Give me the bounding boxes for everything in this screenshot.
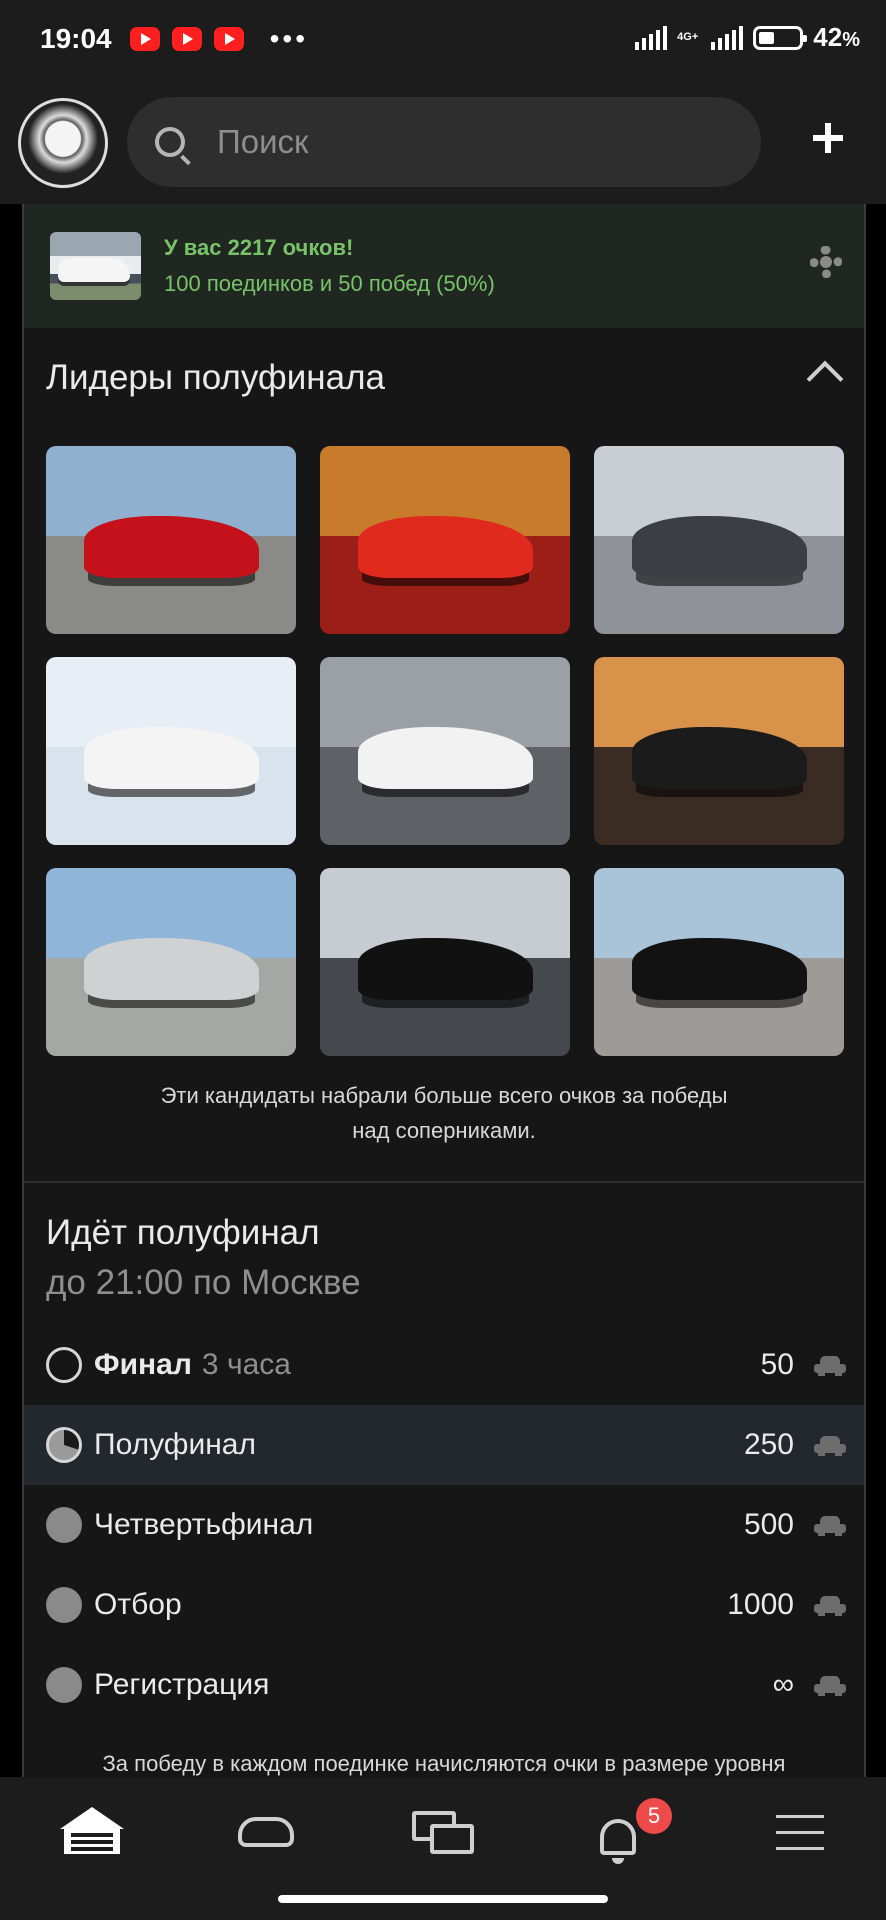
car-photo-subject	[84, 938, 259, 1000]
notifications-badge: 5	[636, 1798, 672, 1834]
stages-list: Финал 3 часа 50 Полуфинал 250 Четвертьфи…	[24, 1325, 864, 1725]
stage-name: Отбор	[94, 1588, 182, 1621]
menu-icon[interactable]	[776, 1807, 846, 1867]
battery-unit: %	[842, 29, 860, 51]
app-header: Поиск	[0, 78, 886, 204]
leader-photo[interactable]	[46, 446, 296, 634]
stage-name: Регистрация	[94, 1668, 270, 1701]
battery-icon	[753, 25, 808, 50]
main-content: У вас 2217 очков! 100 поединков и 50 поб…	[22, 204, 866, 1777]
car-icon	[814, 1516, 846, 1536]
stage-progress-icon	[46, 1587, 82, 1623]
car-icon[interactable]	[232, 1807, 302, 1867]
stage-progress-icon	[46, 1667, 82, 1703]
leaders-title: Лидеры полуфинала	[46, 358, 385, 397]
garage-home-icon[interactable]	[54, 1807, 124, 1867]
user-car-thumbnail	[50, 232, 141, 300]
leader-photo[interactable]	[594, 446, 844, 634]
leader-photo[interactable]	[594, 868, 844, 1056]
round-title: Идёт полуфинал	[46, 1213, 320, 1252]
youtube-notification-icon	[129, 27, 160, 51]
youtube-notification-icon	[171, 27, 202, 51]
leader-photo[interactable]	[46, 868, 296, 1056]
score-card[interactable]: У вас 2217 очков! 100 поединков и 50 поб…	[24, 204, 864, 328]
status-bar: 19:04 ••• 4G+ 42%	[0, 0, 886, 78]
score-subtitle: 100 поединков и 50 побед (50%)	[164, 271, 495, 296]
stage-name: Полуфинал	[94, 1428, 256, 1461]
gear-icon[interactable]	[810, 246, 842, 278]
leader-photo[interactable]	[320, 446, 570, 634]
leader-photo[interactable]	[320, 657, 570, 845]
leaders-caption: Эти кандидаты набрали больше всего очков…	[24, 1056, 864, 1148]
stage-row-final[interactable]: Финал 3 часа 50	[24, 1325, 864, 1405]
chat-icon[interactable]	[412, 1807, 482, 1867]
leaders-caption-line2: над соперниками.	[352, 1118, 536, 1143]
stage-time-left: 3 часа	[201, 1348, 291, 1381]
car-icon	[814, 1596, 846, 1616]
avatar[interactable]	[18, 98, 108, 188]
stage-name: Финал	[94, 1348, 192, 1381]
car-photo-subject	[84, 727, 259, 789]
stage-progress-icon	[46, 1507, 82, 1543]
stage-count: 250	[743, 1428, 794, 1461]
car-icon	[814, 1436, 846, 1456]
add-button[interactable]	[802, 113, 852, 163]
stage-row-selection[interactable]: Отбор 1000	[24, 1565, 864, 1645]
car-icon	[814, 1676, 846, 1696]
chevron-up-icon[interactable]	[806, 360, 844, 398]
points-footnote: За победу в каждом поединке начисляются …	[102, 1751, 786, 1776]
round-header: Идёт полуфинал до 21:00 по Москве	[24, 1183, 864, 1303]
search-input[interactable]: Поиск	[127, 97, 761, 187]
stage-name: Четвертьфинал	[94, 1508, 314, 1541]
stage-count: 1000	[727, 1588, 794, 1621]
stage-progress-icon	[46, 1347, 82, 1383]
status-indicators: 4G+ 42%	[635, 22, 860, 53]
leader-photo[interactable]	[320, 868, 570, 1056]
car-icon	[814, 1356, 846, 1376]
stage-row-registration[interactable]: Регистрация ∞	[24, 1645, 864, 1725]
round-subtitle: до 21:00 по Москве	[46, 1263, 361, 1302]
battery-level: 42	[813, 22, 843, 52]
stage-progress-icon	[46, 1427, 82, 1463]
signal-icon	[711, 25, 744, 50]
stage-count: ∞	[772, 1668, 794, 1701]
car-photo-subject	[632, 727, 807, 789]
network-type: 4G+	[677, 31, 699, 43]
stage-count: 50	[760, 1348, 794, 1381]
car-photo-subject	[632, 938, 807, 1000]
score-title: У вас 2217 очков!	[164, 235, 354, 260]
leaders-grid	[24, 428, 864, 1056]
more-notifications-icon: •••	[269, 23, 309, 54]
leader-photo[interactable]	[594, 657, 844, 845]
signal-icon	[635, 25, 668, 50]
stage-row-quarterfinal[interactable]: Четвертьфинал 500	[24, 1485, 864, 1565]
status-time: 19:04	[40, 23, 112, 54]
search-icon	[155, 127, 185, 157]
stage-row-semifinal[interactable]: Полуфинал 250	[24, 1405, 864, 1485]
car-photo-subject	[632, 516, 807, 578]
stage-count: 500	[743, 1508, 794, 1541]
car-photo-subject	[358, 938, 533, 1000]
search-placeholder: Поиск	[217, 123, 309, 160]
youtube-notification-icon	[213, 27, 244, 51]
car-photo-subject	[84, 516, 259, 578]
leaders-caption-line1: Эти кандидаты набрали больше всего очков…	[160, 1083, 728, 1108]
home-indicator	[278, 1895, 608, 1903]
car-photo-subject	[358, 516, 533, 578]
leaders-header[interactable]: Лидеры полуфинала	[24, 328, 864, 428]
car-photo-subject	[358, 727, 533, 789]
leader-photo[interactable]	[46, 657, 296, 845]
